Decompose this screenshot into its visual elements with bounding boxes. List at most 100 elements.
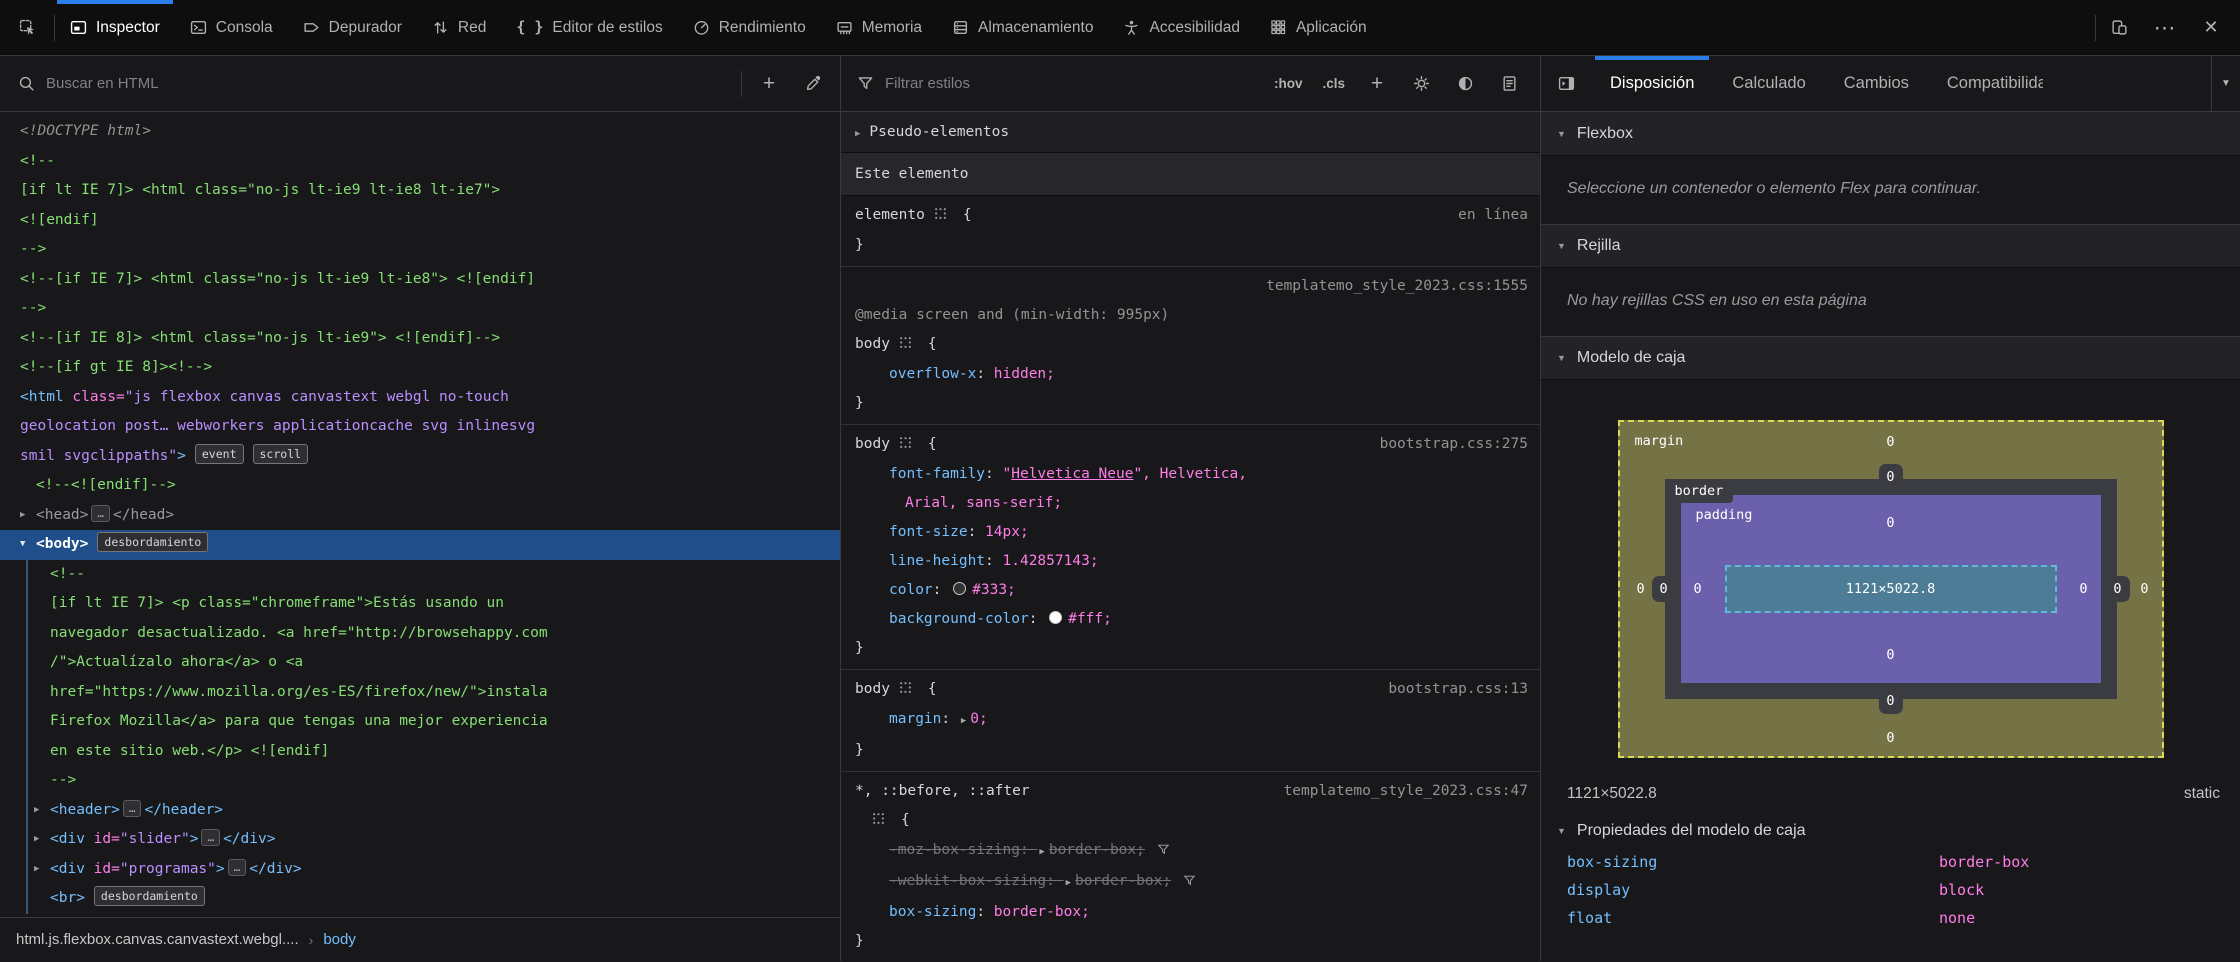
property-name[interactable]: box-sizing [889,904,976,920]
property-name[interactable]: -webkit-box-sizing [889,873,1046,889]
tab-inspector[interactable]: Inspector [55,0,175,55]
markup-line[interactable]: ▶<head>…</head> [0,501,840,531]
flexbox-section-header[interactable]: ▼Flexbox [1541,112,2240,156]
sidebar-tab-compatibilidad[interactable]: Compatibilidad [1928,56,2062,111]
markup-line[interactable]: [if lt IE 7]> <html class="no-js lt-ie9 … [0,176,840,206]
markup-line[interactable]: ▶<div id="programas">…</div> [0,855,840,885]
collapsed-children-icon[interactable]: … [123,800,142,817]
property-name[interactable]: line-height [889,553,985,569]
property-value[interactable]: border-box; [1075,873,1171,889]
markup-line[interactable]: <br>desbordamiento [0,884,840,914]
property-value[interactable]: block [1939,881,2240,899]
margin-left-value[interactable]: 0 [1637,581,1645,597]
markup-line[interactable]: navegador desactualizado. <a href="http:… [0,619,840,649]
property-value[interactable]: 1.42857143; [1003,553,1099,569]
markup-line[interactable]: <![endif] [0,206,840,236]
filter-styles-input[interactable]: Filtrar estilos [885,75,970,92]
padding-left-value[interactable]: 0 [1694,581,1702,597]
markup-line[interactable]: <!--[if IE 8]> <html class="no-js lt-ie9… [0,324,840,354]
property-name[interactable]: margin [889,711,941,727]
markup-line[interactable]: <!DOCTYPE html> [0,117,840,147]
property-name[interactable]: float [1567,909,1939,927]
overridden-filter-icon[interactable] [1183,869,1196,898]
box-model-property-row[interactable]: floatnone [1541,904,2240,932]
node-badge[interactable]: desbordamiento [97,532,208,552]
markup-line[interactable]: geolocation post… webworkers application… [0,412,840,442]
expander-arrow-icon[interactable]: ▶ [1039,847,1044,857]
tab-almacenamiento[interactable]: Almacenamiento [937,0,1108,55]
tab-depurador[interactable]: Depurador [288,0,417,55]
markup-line[interactable]: --> [0,235,840,265]
tab-red[interactable]: Red [417,0,501,55]
property-name[interactable]: overflow-x [889,366,976,382]
stylesheet-link[interactable]: templatemo_style_2023.css:1555 [841,272,1540,301]
rule-selector-line[interactable]: body{ [841,330,1540,360]
print-simulation-icon[interactable] [1492,67,1526,101]
rule-selector-line[interactable]: elemento{en línea [841,201,1540,231]
margin-bottom-value[interactable]: 0 [1620,730,2162,746]
box-model-content-region[interactable]: 1121×5022.8 [1725,565,2057,613]
breadcrumb-item-html[interactable]: html.js.flexbox.canvas.canvastext.webgl.… [16,931,299,948]
markup-line[interactable]: <!--[if gt IE 8]><!--> [0,353,840,383]
property-name[interactable]: background-color [889,611,1029,627]
property-value[interactable]: none [1939,909,2240,927]
css-declaration[interactable]: margin: ▶0; [841,705,1540,736]
padding-top-value[interactable]: 0 [1681,515,2101,531]
selector-highlighter-icon[interactable] [899,431,912,460]
add-rule-button[interactable]: + [1360,67,1394,101]
markup-line[interactable]: <!-- [0,560,840,590]
property-value[interactable]: border-box; [1049,842,1145,858]
sidebar-tab-disposición[interactable]: Disposición [1591,56,1713,111]
node-badge[interactable]: scroll [253,444,309,464]
box-model-section-header[interactable]: ▼Modelo de caja [1541,336,2240,380]
css-declaration[interactable]: -webkit-box-sizing: ▶border-box; [841,867,1540,898]
breadcrumb-item-body[interactable]: body [323,931,356,948]
selector-text[interactable]: body [855,681,890,697]
markup-line[interactable]: en este sitio web.</p> <![endif] [0,737,840,767]
css-declaration[interactable]: font-family: "Helvetica Neue", Helvetica… [841,460,1540,489]
dark-theme-icon[interactable] [1448,67,1482,101]
selector-text[interactable]: *, ::before, ::after [855,783,1030,799]
property-name[interactable]: font-size [889,524,968,540]
css-declaration[interactable]: color: #333; [841,576,1540,605]
box-model-properties-header[interactable]: ▼Propiedades del modelo de caja [1541,812,2240,848]
markup-line[interactable]: --> [0,294,840,324]
close-icon[interactable]: ✕ [2188,0,2234,56]
css-declaration[interactable]: overflow-x: hidden; [841,360,1540,389]
margin-top-value[interactable]: 0 [1620,434,2162,450]
markup-line[interactable]: <!--<![endif]--> [0,471,840,501]
grid-section-header[interactable]: ▼Rejilla [1541,224,2240,268]
markup-line[interactable]: Firefox Mozilla</a> para que tengas una … [0,707,840,737]
add-node-button[interactable]: + [752,67,786,101]
property-value[interactable]: 0; [970,711,987,727]
tab-memoria[interactable]: Memoria [821,0,937,55]
all-tabs-menu-icon[interactable]: ▼ [2211,56,2240,111]
property-name[interactable]: box-sizing [1567,853,1939,871]
markup-line[interactable]: ▼<body>desbordamiento [0,530,840,560]
selector-highlighter-icon[interactable] [872,807,885,836]
selector-text[interactable]: body [855,436,890,452]
markup-line[interactable]: ▶<header>…</header> [0,796,840,826]
sidebar-tab-cambios[interactable]: Cambios [1825,56,1928,111]
twisty-icon[interactable]: ▶ [20,501,25,531]
search-html-input[interactable]: Buscar en HTML [46,75,159,92]
markup-line[interactable]: <html class="js flexbox canvas canvastex… [0,383,840,413]
sidebar-toggle-icon[interactable] [1541,56,1591,111]
border-top-value[interactable]: 0 [1878,464,1902,490]
markup-line[interactable]: <!--[if IE 7]> <html class="no-js lt-ie9… [0,265,840,295]
selector-highlighter-icon[interactable] [934,202,947,231]
css-declaration[interactable]: -moz-box-sizing: ▶border-box; [841,836,1540,867]
selector-text[interactable]: body [855,336,890,352]
box-model-property-row[interactable]: box-sizingborder-box [1541,848,2240,876]
stylesheet-link[interactable]: bootstrap.css:275 [1380,430,1528,459]
padding-right-value[interactable]: 0 [2079,581,2087,597]
pseudo-elements-header[interactable]: ▶Pseudo-elementos [841,112,1540,153]
twisty-icon[interactable]: ▶ [34,855,39,885]
property-name[interactable]: display [1567,881,1939,899]
collapsed-children-icon[interactable]: … [228,859,247,876]
node-picker-icon[interactable] [0,0,54,55]
property-value[interactable]: "Helvetica Neue", Helvetica, [1003,466,1247,482]
property-value[interactable]: border-box [1939,853,2240,871]
light-theme-icon[interactable] [1404,67,1438,101]
property-name[interactable]: color [889,582,933,598]
